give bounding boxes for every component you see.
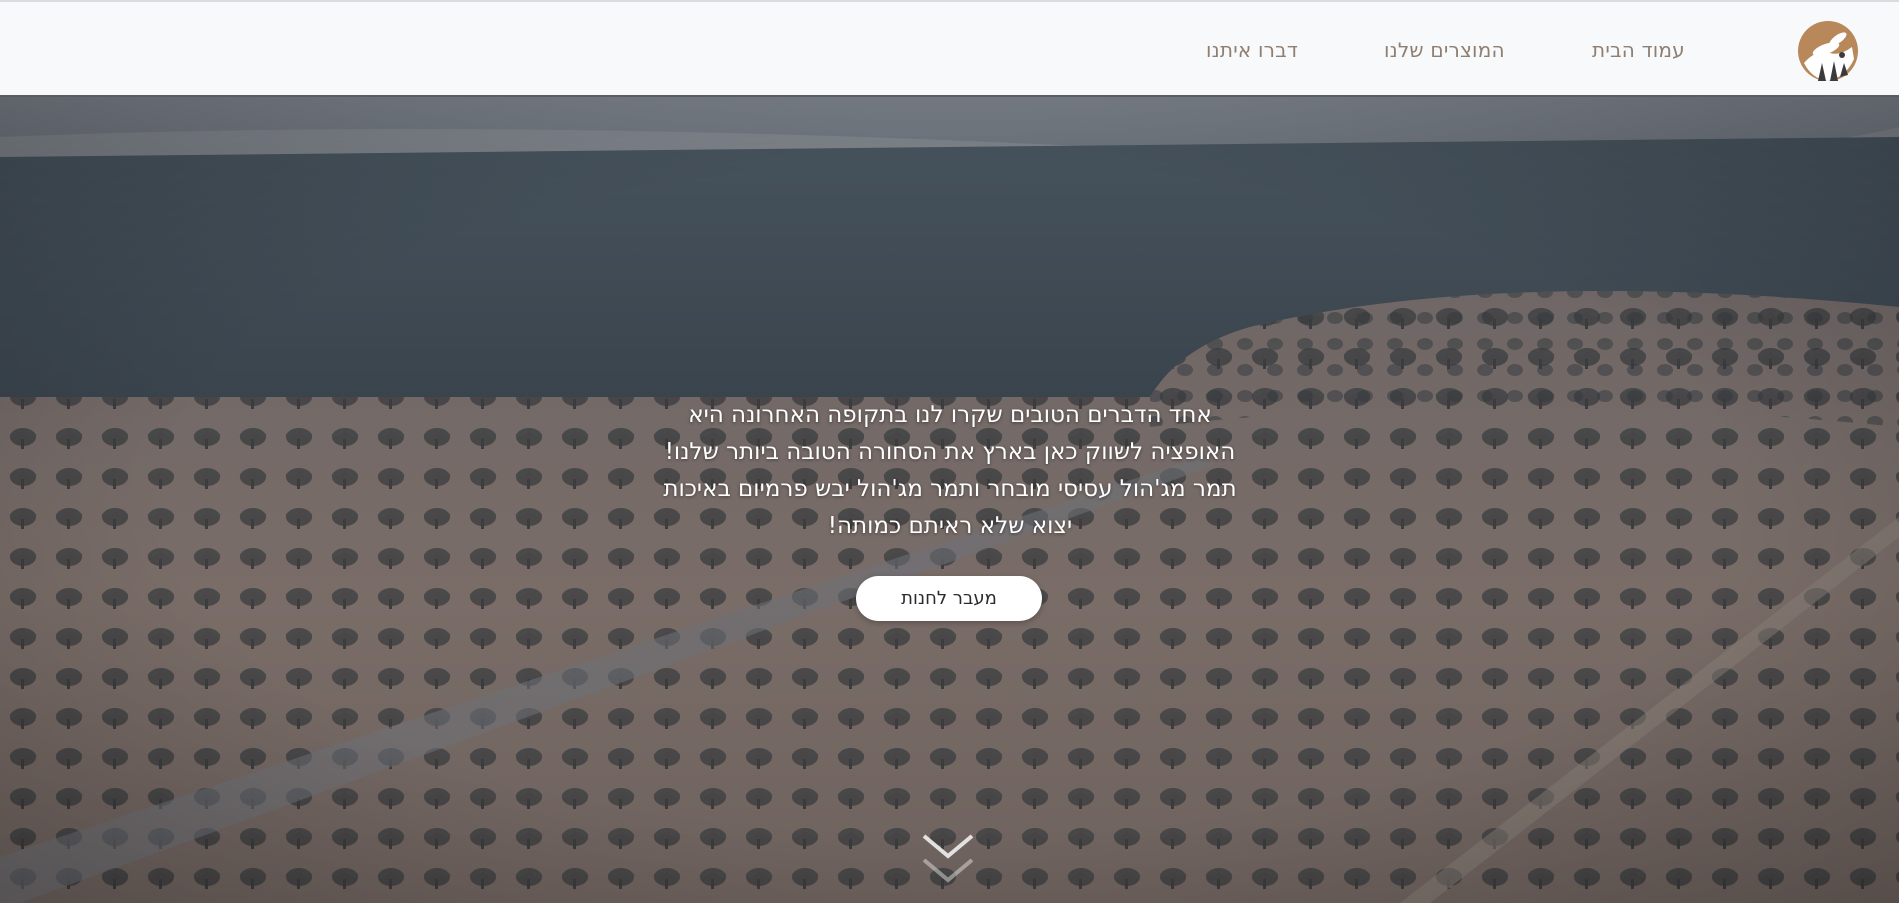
- palm-leaf-logo-icon[interactable]: [1796, 19, 1860, 83]
- hero-line: תמר מג'הול עסיסי מובחר ותמר מג'הול יבש פ…: [663, 476, 1237, 502]
- hero-description: אחד הדברים הטובים שקרו לנו בתקופה האחרונ…: [620, 397, 1280, 545]
- hero-line: אחד הדברים הטובים שקרו לנו בתקופה האחרונ…: [688, 402, 1212, 428]
- nav-contact-link[interactable]: דברו איתנו: [1206, 38, 1298, 62]
- hero-section: אחד הדברים הטובים שקרו לנו בתקופה האחרונ…: [0, 97, 1899, 903]
- nav-home-link[interactable]: עמוד הבית: [1592, 38, 1685, 62]
- go-to-shop-button[interactable]: מעבר לחנות: [856, 576, 1042, 621]
- page: עמוד הבית המוצרים שלנו דברו איתנו אחד הד…: [0, 0, 1899, 903]
- hero-line: יצוא שלא ראיתם כמותה!: [827, 513, 1073, 539]
- chevron-down-icon[interactable]: [920, 830, 976, 890]
- hero-line: האופציה לשווק כאן בארץ את הסחורה הטובה ב…: [664, 439, 1236, 465]
- nav-products-link[interactable]: המוצרים שלנו: [1384, 38, 1505, 62]
- site-header: עמוד הבית המוצרים שלנו דברו איתנו: [0, 0, 1899, 97]
